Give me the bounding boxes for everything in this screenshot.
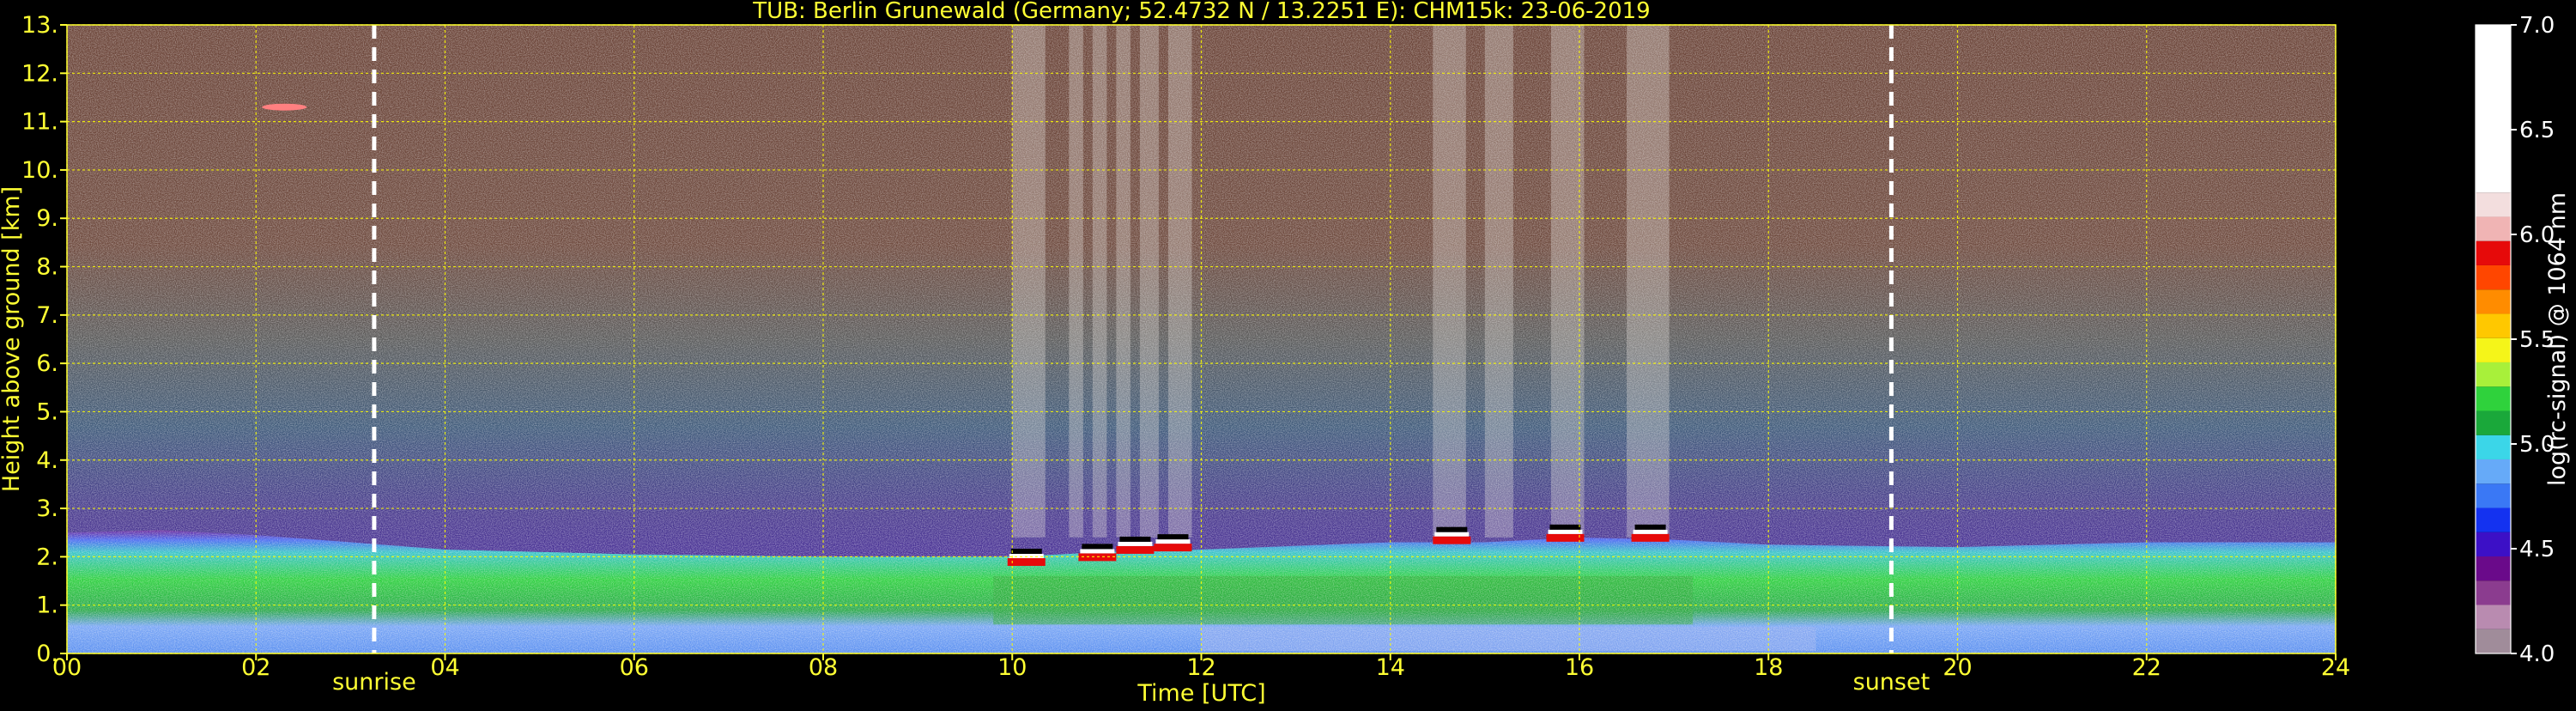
y-tick-label: 11.: [21, 109, 58, 136]
x-tick-label: 18: [1754, 654, 1783, 681]
cloud-base-mark: [1433, 536, 1471, 544]
colorbar-segment: [2476, 264, 2511, 290]
cloud-base-core: [1548, 529, 1583, 534]
colorbar-tick-label: 7.0: [2519, 13, 2555, 39]
colorbar-segment: [2476, 556, 2511, 581]
x-tick-label: 04: [430, 654, 459, 681]
x-tick-label: 20: [1943, 654, 1972, 681]
x-tick-label: 12: [1186, 654, 1215, 681]
y-tick-label: 6.: [36, 350, 58, 377]
cloud-base-mark: [1116, 545, 1155, 554]
cloud-base-top: [1119, 536, 1151, 542]
colorbar-tick-label: 4.5: [2519, 537, 2555, 562]
colorbar-segment: [2476, 410, 2511, 435]
y-tick-label: 0.: [36, 641, 58, 667]
colorbar-segment: [2476, 313, 2511, 338]
x-tick-label: 06: [620, 654, 649, 681]
y-tick-label: 7.: [36, 302, 58, 329]
cloud-base-top: [1010, 549, 1042, 555]
y-tick-label: 4.: [36, 447, 58, 474]
x-tick-label: 16: [1565, 654, 1594, 681]
y-tick-label: 9.: [36, 205, 58, 232]
colorbar-segment: [2476, 25, 2511, 193]
cirrus-fleck: [262, 103, 307, 111]
cloud-base-mark: [1546, 533, 1585, 542]
x-tick-label: 24: [2321, 654, 2350, 681]
colorbar-label: log(rc-signal) @ 1064 nm: [2544, 192, 2571, 486]
colorbar-segment: [2476, 192, 2511, 217]
y-tick-label: 13.: [21, 12, 58, 39]
sunrise-label: sunrise: [332, 669, 416, 696]
colorbar-segment: [2476, 629, 2511, 653]
colorbar-segment: [2476, 240, 2511, 265]
cloud-base-top: [1157, 534, 1189, 540]
colorbar-segment: [2476, 532, 2511, 556]
cloud-base-top: [1549, 524, 1581, 530]
chart-title: TUB: Berlin Grunewald (Germany; 52.4732 …: [752, 0, 1650, 24]
x-tick-label: 22: [2132, 654, 2161, 681]
y-tick-label: 10.: [21, 157, 58, 184]
y-tick-label: 5.: [36, 398, 58, 425]
cloud-base-mark: [1007, 558, 1046, 567]
x-tick-label: 08: [809, 654, 838, 681]
cloud-base-top: [1082, 544, 1113, 550]
cloud-base-top: [1436, 526, 1468, 532]
x-tick-label: 10: [997, 654, 1027, 681]
colorbar-segment: [2476, 434, 2511, 459]
colorbar-segment: [2476, 483, 2511, 508]
ceilometer-figure: sunrise sunset 00 02 04 06 08 10 12 14 16 18 20 22 24…: [0, 0, 2576, 708]
y-tick-label: 2.: [36, 544, 58, 570]
sunset-label: sunset: [1853, 669, 1930, 696]
colorbar-segment: [2476, 337, 2511, 362]
colorbar-segment: [2476, 216, 2511, 241]
cloud-base-core: [1009, 554, 1044, 559]
chart-svg: sunrise sunset 00 02 04 06 08 10 12 14 16 18 20 22 24…: [0, 0, 2571, 707]
cloud-base-core: [1633, 529, 1668, 534]
cloud-base-core: [1118, 541, 1153, 546]
cloud-base-core: [1080, 549, 1115, 554]
cloud-base-mark: [1154, 544, 1192, 552]
cloud-base-core: [1155, 539, 1191, 544]
colorbar-segment: [2476, 605, 2511, 629]
y-tick-label: 3.: [36, 495, 58, 522]
colorbar-tick-label: 6.5: [2519, 118, 2555, 143]
colorbar-segment: [2476, 580, 2511, 605]
y-axis-label: Height above ground [km]: [0, 186, 25, 492]
colorbar-segment: [2476, 362, 2511, 387]
y-tick-label: 12.: [21, 60, 58, 87]
colorbar-segment: [2476, 507, 2511, 532]
x-tick-label: 02: [241, 654, 270, 681]
cloud-base-mark: [1631, 533, 1670, 542]
cloud-base-core: [1434, 532, 1470, 537]
cloud-base-top: [1634, 524, 1666, 530]
colorbar-tick-label: 4.0: [2519, 641, 2555, 667]
x-axis-label: Time [UTC]: [1136, 680, 1265, 707]
colorbar-segment: [2476, 289, 2511, 314]
y-tick-label: 1.: [36, 592, 58, 619]
colorbar-segment: [2476, 386, 2511, 411]
colorbar: 4.04.55.05.56.06.57.0: [2475, 13, 2555, 667]
colorbar-segment: [2476, 459, 2511, 484]
y-tick-label: 8.: [36, 254, 58, 281]
x-tick-label: 14: [1376, 654, 1405, 681]
